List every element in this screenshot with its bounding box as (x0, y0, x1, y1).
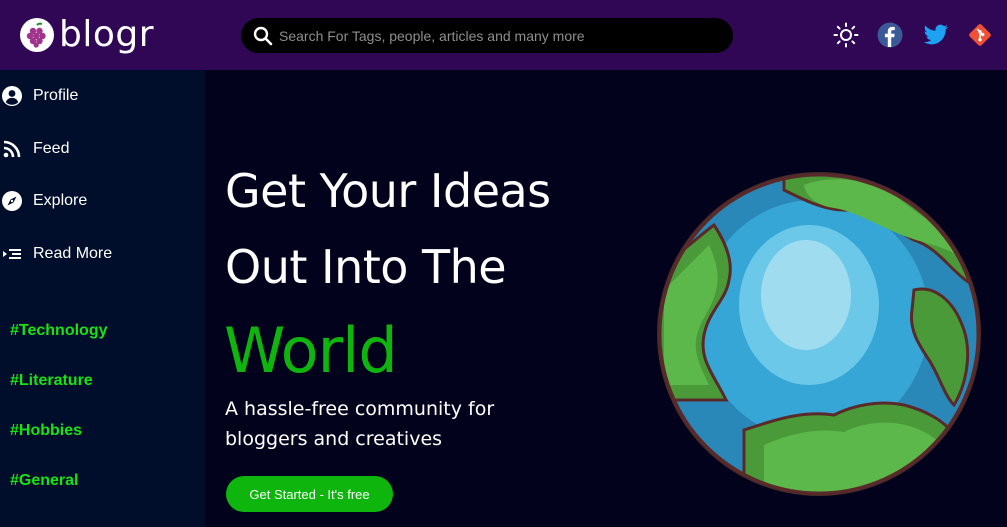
brand-logo[interactable]: blogr (20, 15, 154, 55)
user-circle-icon (0, 84, 24, 108)
twitter-icon[interactable] (923, 22, 949, 48)
sidebar-item-explore[interactable]: Explore (0, 186, 87, 216)
tag-technology[interactable]: #Technology (10, 322, 108, 340)
sidebar-item-label: Explore (33, 192, 88, 209)
tag-hobbies[interactable]: #Hobbies (10, 422, 82, 440)
sidebar: Profile Feed Explore Read More #Technolo… (0, 70, 205, 527)
globe-illustration (654, 170, 984, 498)
search-bar (241, 18, 733, 53)
sidebar-item-label: Profile (33, 87, 79, 104)
sidebar-item-label: Read More (33, 245, 113, 262)
tag-general[interactable]: #General (10, 472, 78, 490)
sidebar-item-read-more[interactable]: Read More (0, 239, 112, 269)
theme-toggle-sun-icon[interactable] (833, 22, 859, 48)
sidebar-item-feed[interactable]: Feed (0, 134, 69, 164)
search-input[interactable] (279, 27, 719, 44)
top-navbar: blogr (0, 0, 1007, 70)
sidebar-item-profile[interactable]: Profile (0, 81, 78, 111)
brand-name: blogr (59, 14, 155, 55)
hero-title-line-2: Out Into The (225, 240, 507, 294)
get-started-button[interactable]: Get Started - It's free (226, 476, 393, 512)
read-more-icon (0, 242, 24, 266)
hero-title-line-1: Get Your Ideas (225, 164, 551, 218)
hero-title-accent: World (224, 314, 398, 387)
tag-literature[interactable]: #Literature (10, 372, 93, 390)
hero-subtitle-line-1: A hassle-free community for (225, 398, 495, 420)
grapes-logo-icon (20, 18, 54, 52)
compass-icon (0, 189, 24, 213)
sidebar-item-label: Feed (33, 140, 70, 157)
facebook-icon[interactable] (877, 22, 903, 48)
hero-subtitle-line-2: bloggers and creatives (225, 428, 443, 450)
rss-icon (0, 137, 24, 161)
search-icon (253, 26, 273, 45)
git-icon[interactable] (967, 22, 993, 48)
